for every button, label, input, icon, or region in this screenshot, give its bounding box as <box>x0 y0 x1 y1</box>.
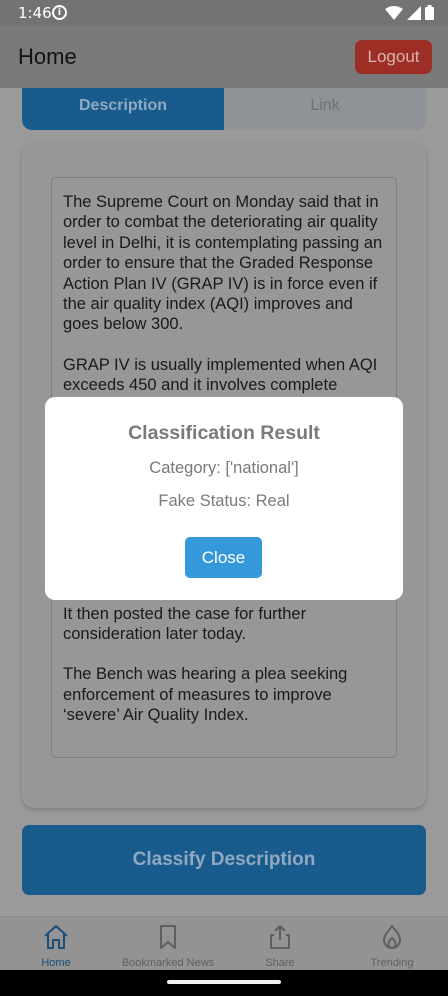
bottom-nav: Home Bookmarked News Share Trending <box>0 916 448 970</box>
info-icon: i <box>52 5 67 20</box>
signal-icon <box>407 5 421 20</box>
modal-title: Classification Result <box>128 422 320 444</box>
wifi-icon <box>385 5 403 20</box>
home-gesture-pill[interactable] <box>167 980 281 984</box>
status-icons <box>385 5 434 20</box>
category-text: Category: ['national'] <box>149 459 299 477</box>
article-paragraph: GRAP IV is usually implemented when AQI … <box>63 355 378 395</box>
app-header: Home Logout <box>0 26 448 88</box>
home-icon <box>44 925 68 949</box>
article-paragraph: The Supreme Court on Monday said that in… <box>63 193 383 334</box>
classify-description-button[interactable]: Classify Description <box>22 825 426 895</box>
nav-item-home[interactable]: Home <box>0 917 112 971</box>
status-time: 1:46 <box>18 4 52 22</box>
share-icon <box>270 925 290 949</box>
nav-label-home: Home <box>41 957 71 969</box>
bookmark-icon <box>160 925 176 949</box>
system-nav-bar <box>0 970 448 996</box>
article-paragraph: The Bench was hearing a plea seeking enf… <box>63 665 348 725</box>
nav-item-bookmarked-news[interactable]: Bookmarked News <box>112 917 224 971</box>
close-button[interactable]: Close <box>185 537 262 578</box>
status-bar: 1:46 i <box>0 0 448 26</box>
tab-link[interactable]: Link <box>224 88 426 130</box>
nav-label-trending: Trending <box>370 957 414 969</box>
nav-item-share[interactable]: Share <box>224 917 336 971</box>
logout-button[interactable]: Logout <box>355 40 432 74</box>
nav-label-bookmarked-news: Bookmarked News <box>121 957 215 969</box>
fake-status-text: Fake Status: Real <box>158 492 290 510</box>
tab-bar: Description Link <box>22 88 426 130</box>
nav-item-trending[interactable]: Trending <box>336 917 448 971</box>
tab-description[interactable]: Description <box>22 88 224 130</box>
page-title: Home <box>18 44 77 69</box>
article-paragraph: It then posted the case for further cons… <box>63 604 307 644</box>
flame-icon <box>383 925 401 950</box>
battery-icon <box>425 5 434 20</box>
nav-label-share: Share <box>265 957 295 969</box>
classification-result-modal: Classification Result Category: ['nation… <box>45 397 403 600</box>
